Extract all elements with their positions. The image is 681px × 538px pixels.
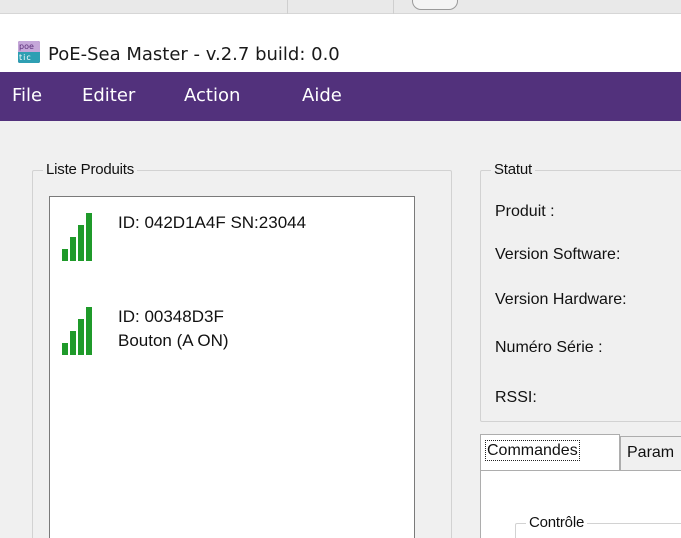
background-segment <box>288 0 394 14</box>
signal-bar <box>78 319 84 355</box>
signal-bar <box>78 225 84 261</box>
control-groupbox: Contrôle <box>515 514 681 538</box>
background-window-strip <box>0 0 681 14</box>
background-knob <box>412 0 458 10</box>
signal-bar <box>62 249 68 261</box>
menu-editer[interactable]: Editer <box>82 85 135 106</box>
list-item[interactable]: ID: 042D1A4F SN:23044 <box>62 211 402 271</box>
signal-bar <box>86 307 92 355</box>
status-legend: Statut <box>491 161 535 178</box>
status-software-label: Version Software: <box>495 246 621 263</box>
tab-param-label: Param <box>627 444 675 461</box>
products-legend: Liste Produits <box>43 161 138 178</box>
app-logo-top: poe <box>18 41 40 52</box>
title-bar[interactable]: poe tic PoE-Sea Master - v.2.7 build: 0.… <box>0 14 681 72</box>
tab-commandes[interactable]: Commandes <box>480 434 620 470</box>
menu-action[interactable]: Action <box>184 85 240 106</box>
window-title: PoE-Sea Master - v.2.7 build: 0.0 <box>48 44 340 65</box>
signal-bar <box>70 237 76 261</box>
product-description: Bouton (A ON) <box>118 331 229 350</box>
list-item[interactable]: ID: 00348D3F Bouton (A ON) <box>62 307 402 367</box>
app-logo-bottom: tic <box>18 52 40 63</box>
product-id: ID: 00348D3F <box>118 307 224 326</box>
products-list[interactable]: ID: 042D1A4F SN:23044 ID: 00348D3F Bouto… <box>49 196 415 538</box>
menu-file[interactable]: File <box>12 85 42 106</box>
tab-strip: Commandes Param <box>480 434 681 470</box>
signal-strength-icon <box>62 213 102 261</box>
tab-commandes-label: Commandes <box>485 440 580 461</box>
signal-strength-icon <box>62 307 102 355</box>
status-rssi-label: RSSI: <box>495 389 537 406</box>
status-hardware-label: Version Hardware: <box>495 291 627 308</box>
signal-bar <box>86 213 92 261</box>
signal-bar <box>62 343 68 355</box>
background-segment <box>0 0 288 14</box>
menu-aide[interactable]: Aide <box>302 85 342 106</box>
status-serial-label: Numéro Série : <box>495 339 603 356</box>
menu-bar: File Editer Action Aide <box>0 72 681 121</box>
signal-bar <box>70 331 76 355</box>
tab-panel: Contrôle <box>480 470 681 538</box>
product-id: ID: 042D1A4F SN:23044 <box>118 213 307 232</box>
status-produit-label: Produit : <box>495 203 555 220</box>
control-legend: Contrôle <box>526 514 588 531</box>
app-logo-icon: poe tic <box>18 41 40 63</box>
tab-param[interactable]: Param <box>620 436 681 470</box>
